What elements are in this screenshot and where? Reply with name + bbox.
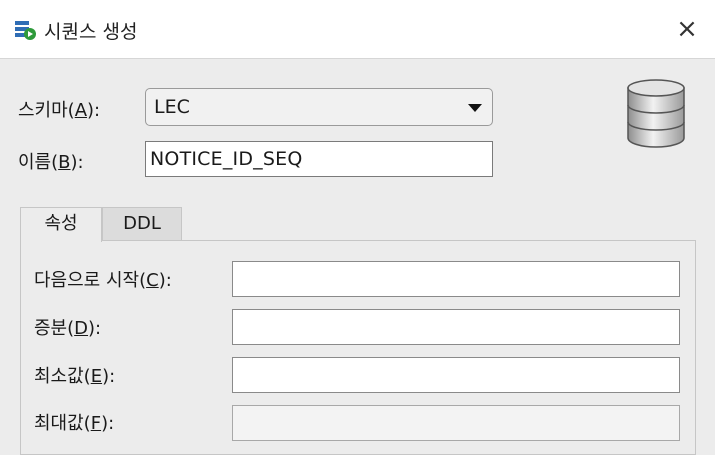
- tab-ddl[interactable]: DDL: [102, 207, 182, 241]
- sequence-name-value: NOTICE_ID_SEQ: [150, 148, 303, 170]
- increment-label: 증분(D):: [34, 318, 102, 339]
- sequence-name-input[interactable]: NOTICE_ID_SEQ: [145, 141, 493, 177]
- sequence-create-icon: [15, 21, 36, 40]
- title-bar: 시퀀스 생성 ×: [0, 0, 715, 59]
- schema-label: 스키마(A):: [18, 100, 101, 121]
- tab-properties[interactable]: 속성: [20, 207, 102, 242]
- increment-input[interactable]: [232, 309, 680, 345]
- window-title: 시퀀스 생성: [44, 21, 138, 43]
- database-icon: [627, 79, 685, 148]
- max-value-label: 최대값(F):: [34, 413, 115, 434]
- schema-dropdown[interactable]: LEC: [145, 88, 493, 126]
- min-value-input[interactable]: [232, 357, 680, 393]
- start-with-input[interactable]: [232, 261, 680, 297]
- min-value-label: 최소값(E):: [34, 366, 116, 387]
- close-button[interactable]: ×: [668, 10, 706, 48]
- schema-selected-value: LEC: [154, 96, 190, 118]
- start-with-label: 다음으로 시작(C):: [34, 270, 172, 291]
- max-value-input[interactable]: [232, 405, 680, 441]
- name-label: 이름(B):: [18, 152, 84, 173]
- chevron-down-icon: [468, 104, 482, 112]
